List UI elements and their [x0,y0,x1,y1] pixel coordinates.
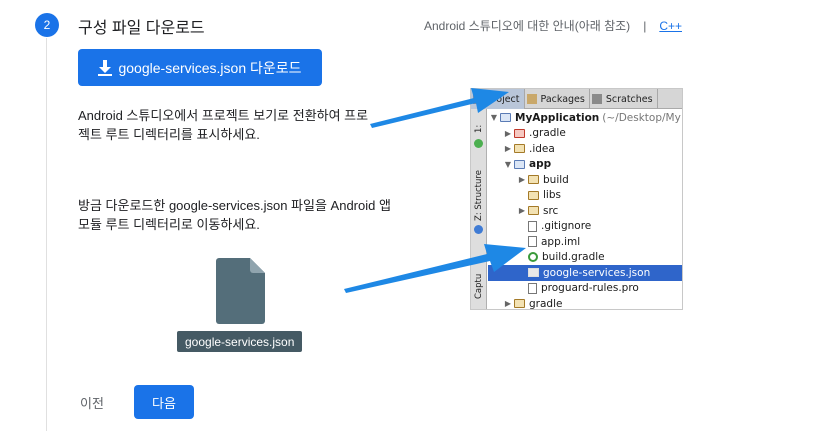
arrow-to-project-tab [370,88,509,128]
pointer-arrows [344,88,526,293]
previous-button[interactable]: 이전 [70,388,114,416]
next-button[interactable]: 다음 [134,385,194,419]
arrow-to-json-file [344,244,526,293]
